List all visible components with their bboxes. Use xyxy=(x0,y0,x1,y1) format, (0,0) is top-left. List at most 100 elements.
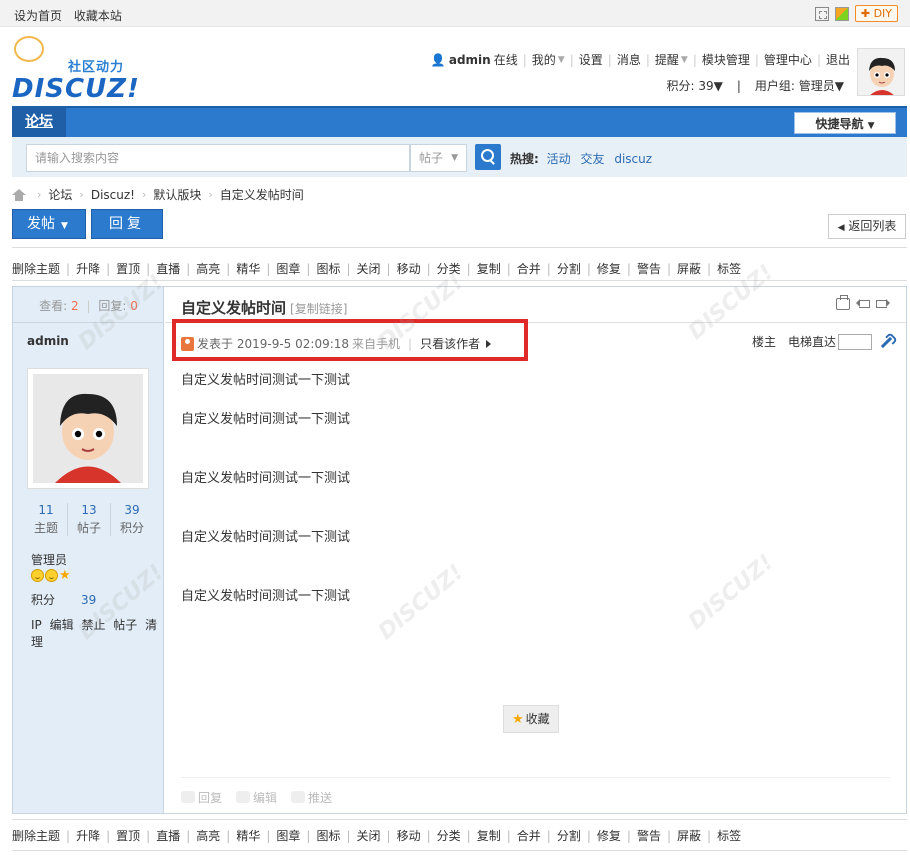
mod-action[interactable]: 修复 xyxy=(597,827,621,844)
views-label: 查看: xyxy=(39,299,68,313)
skin-icon[interactable] xyxy=(834,6,849,21)
mod-action[interactable]: 移动 xyxy=(397,260,421,277)
author-name[interactable]: admin xyxy=(27,334,69,348)
breadcrumb-thread[interactable]: 自定义发帖时间 xyxy=(220,186,304,203)
mod-action[interactable]: 直播 xyxy=(156,827,180,844)
avatar[interactable] xyxy=(857,48,905,96)
mod-action[interactable]: 标签 xyxy=(717,827,741,844)
reply-button[interactable]: 回复 xyxy=(91,209,163,239)
mod-action[interactable]: 复制 xyxy=(477,260,501,277)
mod-action[interactable]: 警告 xyxy=(637,827,661,844)
back-to-list-button[interactable]: ◀ 返回列表 xyxy=(828,214,906,239)
mod-action[interactable]: 高亮 xyxy=(196,260,220,277)
new-post-button[interactable]: 发帖 ▼ xyxy=(12,209,86,239)
mod-action[interactable]: 修复 xyxy=(597,260,621,277)
search-input[interactable]: 请输入搜索内容 xyxy=(26,144,410,172)
breadcrumb-discuz[interactable]: Discuz! xyxy=(91,188,135,202)
mod-action[interactable]: 分类 xyxy=(437,827,461,844)
mod-action[interactable]: 精华 xyxy=(236,827,260,844)
post-content-area: 自定义发帖时间 [复制链接] 发表于 2019-9-5 02:09:18 来自手机… xyxy=(165,287,906,813)
post-paragraph: 自定义发帖时间测试一下测试 xyxy=(181,373,351,388)
user-posts-link[interactable]: 帖子 xyxy=(113,618,137,632)
mod-action[interactable]: 精华 xyxy=(236,260,260,277)
online-status: 在线 xyxy=(493,53,518,67)
mod-action[interactable]: 高亮 xyxy=(196,827,220,844)
hot-keyword[interactable]: 活动 xyxy=(547,152,571,166)
nav-messages[interactable]: 消息 xyxy=(617,51,641,68)
mod-action[interactable]: 置顶 xyxy=(116,260,140,277)
hot-keyword[interactable]: discuz xyxy=(614,152,652,166)
mod-action[interactable]: 复制 xyxy=(477,827,501,844)
mod-action[interactable]: 关闭 xyxy=(357,260,381,277)
set-homepage-link[interactable]: 设为首页 xyxy=(14,9,62,23)
post-paragraph: 自定义发帖时间测试一下测试 xyxy=(181,530,351,545)
site-logo[interactable]: 社区动力 DISCUZ! xyxy=(12,36,152,104)
nav-forum-tab[interactable]: 论坛 xyxy=(12,108,66,137)
nav-settings[interactable]: 设置 xyxy=(579,51,603,68)
username-link[interactable]: admin xyxy=(449,53,491,67)
ip-link[interactable]: IP xyxy=(31,618,42,632)
mod-action[interactable]: 删除主题 xyxy=(12,827,60,844)
edit-user-link[interactable]: 编辑 xyxy=(50,618,74,632)
smile-icon xyxy=(45,569,58,582)
mod-action[interactable]: 合并 xyxy=(517,827,541,844)
push-post-button[interactable]: 推送 xyxy=(291,789,332,806)
reply-post-button[interactable]: 回复 xyxy=(181,789,222,806)
mod-action[interactable]: 升降 xyxy=(76,827,100,844)
breadcrumb-forum[interactable]: 论坛 xyxy=(48,186,72,203)
mod-action[interactable]: 删除主题 xyxy=(12,260,60,277)
mod-action[interactable]: 图标 xyxy=(316,260,340,277)
mod-action[interactable]: 合并 xyxy=(517,260,541,277)
author-points: 积分 39 xyxy=(31,593,97,607)
breadcrumb-board[interactable]: 默认版块 xyxy=(153,186,201,203)
author-avatar[interactable] xyxy=(27,368,149,489)
search-button[interactable] xyxy=(475,144,501,170)
nav-admin-center[interactable]: 管理中心 xyxy=(764,51,812,68)
favorite-button[interactable]: ★ 收藏 xyxy=(503,705,559,733)
print-icon[interactable] xyxy=(836,295,850,310)
mod-action[interactable]: 分割 xyxy=(557,260,581,277)
mod-action[interactable]: 图标 xyxy=(316,827,340,844)
next-thread-icon[interactable] xyxy=(876,298,890,310)
mod-action[interactable]: 升降 xyxy=(76,260,100,277)
fullscreen-icon[interactable] xyxy=(814,6,829,21)
credits-dropdown[interactable]: 积分: 39 xyxy=(666,77,713,94)
thread-tools xyxy=(836,295,890,310)
quick-nav-button[interactable]: 快捷导航 ▼ xyxy=(794,112,896,134)
author-credits[interactable]: 39 积分 xyxy=(110,503,153,536)
mod-action[interactable]: 关闭 xyxy=(357,827,381,844)
author-group[interactable]: 管理员 xyxy=(31,551,67,568)
nav-reminders[interactable]: 提醒 xyxy=(655,51,679,68)
ban-user-link[interactable]: 禁止 xyxy=(81,618,105,632)
author-posts[interactable]: 13 帖子 xyxy=(67,503,110,536)
mod-action[interactable]: 分割 xyxy=(557,827,581,844)
wrench-icon[interactable] xyxy=(880,336,892,348)
mod-action[interactable]: 屏蔽 xyxy=(677,827,701,844)
prev-thread-icon[interactable] xyxy=(856,298,870,310)
mod-action[interactable]: 屏蔽 xyxy=(677,260,701,277)
copy-link-button[interactable]: [复制链接] xyxy=(290,302,347,316)
hot-keyword[interactable]: 交友 xyxy=(580,152,604,166)
edit-post-button[interactable]: 编辑 xyxy=(236,789,277,806)
mod-action[interactable]: 分类 xyxy=(437,260,461,277)
mod-action[interactable]: 图章 xyxy=(276,827,300,844)
mod-action[interactable]: 移动 xyxy=(397,827,421,844)
diy-button[interactable]: ✚ DIY xyxy=(854,5,898,22)
floor-jump-input[interactable] xyxy=(838,333,872,350)
only-author-link[interactable]: 只看该作者 xyxy=(420,335,480,352)
caret-left-icon: ◀ xyxy=(837,223,845,233)
mod-action[interactable]: 直播 xyxy=(156,260,180,277)
mod-action[interactable]: 标签 xyxy=(717,260,741,277)
nav-block-admin[interactable]: 模块管理 xyxy=(702,51,750,68)
home-icon[interactable] xyxy=(12,188,26,201)
mod-action[interactable]: 警告 xyxy=(637,260,661,277)
nav-my[interactable]: 我的 xyxy=(532,51,556,68)
mod-action[interactable]: 置顶 xyxy=(116,827,140,844)
search-type-select[interactable]: 帖子 ▼ xyxy=(410,144,467,172)
star-icon: ★ xyxy=(59,568,71,583)
bookmark-site-link[interactable]: 收藏本站 xyxy=(74,9,122,23)
mod-action[interactable]: 图章 xyxy=(276,260,300,277)
usergroup-dropdown[interactable]: 用户组: 管理员 xyxy=(755,77,835,94)
author-topics[interactable]: 11 主题 xyxy=(25,503,67,536)
nav-logout[interactable]: 退出 xyxy=(826,51,850,68)
